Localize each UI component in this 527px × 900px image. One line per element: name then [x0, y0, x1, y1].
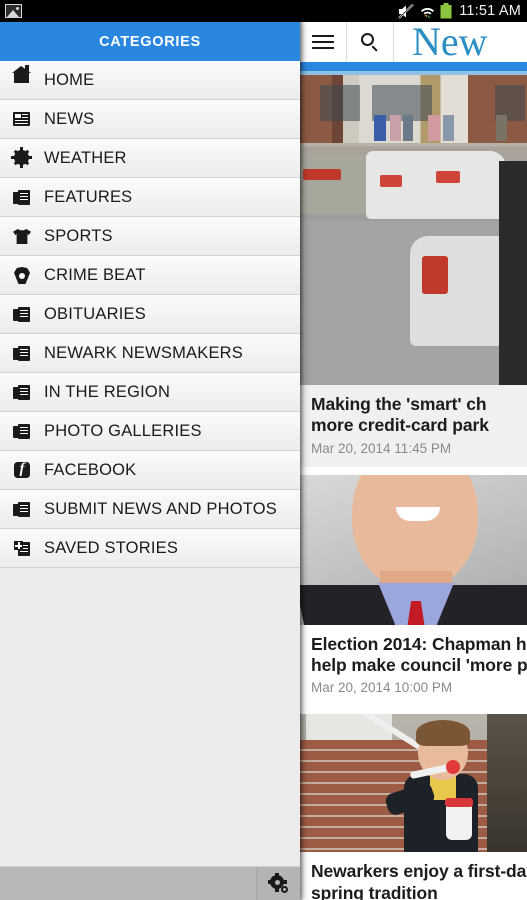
- child-eating-water-ice-photo: [300, 714, 527, 853]
- police-badge-icon: [11, 264, 33, 286]
- sidebar-item-features[interactable]: FEATURES: [0, 178, 300, 217]
- sidebar-item-label: FACEBOOK: [44, 460, 137, 479]
- card-separator: [300, 706, 527, 715]
- article-headline-line2: help make council 'more positi: [311, 655, 527, 676]
- drawer-header: CATEGORIES: [0, 22, 300, 61]
- sidebar-item-label: OBITUARIES: [44, 304, 146, 323]
- newspaper-icon: [11, 108, 33, 130]
- jersey-icon: [11, 225, 33, 247]
- article-text: Newarkers enjoy a first-day-of spring tr…: [300, 852, 527, 900]
- article-card[interactable]: Election 2014: Chapman hopes help make c…: [300, 474, 527, 707]
- wifi-icon: [421, 7, 435, 18]
- documents-icon: [11, 303, 33, 325]
- article-headline-line1: Newarkers enjoy a first-day-of: [311, 861, 527, 882]
- article-card[interactable]: Making the 'smart' ch more credit-card p…: [300, 71, 527, 467]
- article-timestamp: Mar 20, 2014 11:45 PM: [311, 440, 452, 456]
- article-headline-line1: Making the 'smart' ch: [311, 394, 487, 414]
- search-icon: [361, 33, 379, 52]
- save-document-icon: [11, 537, 33, 559]
- battery-icon: [440, 3, 452, 19]
- sidebar-item-label: PHOTO GALLERIES: [44, 421, 202, 440]
- settings-button[interactable]: [256, 866, 300, 900]
- sidebar-item-home[interactable]: HOME: [0, 61, 300, 100]
- documents-icon: [11, 420, 33, 442]
- sidebar-item-obituaries[interactable]: OBITUARIES: [0, 295, 300, 334]
- accent-band: [300, 62, 527, 71]
- brand-title: New: [412, 22, 488, 62]
- sidebar-item-label: CRIME BEAT: [44, 265, 146, 284]
- sidebar-item-photo-galleries[interactable]: PHOTO GALLERIES: [0, 412, 300, 451]
- sidebar-item-weather[interactable]: WEATHER: [0, 139, 300, 178]
- status-bar: 11:51 AM: [0, 0, 527, 22]
- documents-icon: [11, 381, 33, 403]
- sidebar-item-in-the-region[interactable]: IN THE REGION: [0, 373, 300, 412]
- status-bar-right: 11:51 AM: [398, 3, 527, 19]
- status-bar-clock: 11:51 AM: [459, 3, 521, 19]
- app-brand: New: [394, 22, 527, 62]
- drawer-title: CATEGORIES: [99, 33, 201, 50]
- sidebar-item-label: HOME: [44, 70, 95, 89]
- article-headline-line2: spring tradition: [311, 882, 438, 900]
- sidebar-item-news[interactable]: NEWS: [0, 100, 300, 139]
- sidebar-item-newark-newsmakers[interactable]: NEWARK NEWSMAKERS: [0, 334, 300, 373]
- drawer-empty-space: [0, 568, 300, 868]
- app-toolbar: New: [300, 22, 527, 62]
- article-timestamp: Mar 20, 2014 10:00 PM: [311, 680, 453, 696]
- sidebar-item-label: SAVED STORIES: [44, 538, 179, 557]
- documents-icon: [11, 342, 33, 364]
- sidebar-item-label: WEATHER: [44, 148, 127, 167]
- content-pane: New Making the 'smart' ch more credit-ca…: [300, 22, 527, 900]
- sidebar-item-crime-beat[interactable]: CRIME BEAT: [0, 256, 300, 295]
- sidebar-item-label: IN THE REGION: [44, 382, 171, 401]
- sidebar-item-label: NEWARK NEWSMAKERS: [44, 343, 243, 362]
- drawer-item-list: HOME NEWS WEATHER FEATURES SPORTS CRIME …: [0, 61, 300, 900]
- hamburger-menu-icon: [312, 31, 334, 52]
- facebook-icon: [11, 459, 33, 481]
- sidebar-item-submit-news-and-photos[interactable]: SUBMIT NEWS AND PHOTOS: [0, 490, 300, 529]
- menu-button[interactable]: [300, 22, 347, 62]
- documents-icon: [11, 186, 33, 208]
- sidebar-item-label: FEATURES: [44, 187, 133, 206]
- sun-icon: [11, 147, 33, 169]
- mute-icon: [398, 3, 414, 19]
- documents-icon: [11, 498, 33, 520]
- article-feed: Making the 'smart' ch more credit-card p…: [300, 71, 527, 900]
- search-button[interactable]: [347, 22, 394, 62]
- sidebar-item-label: SUBMIT NEWS AND PHOTOS: [44, 499, 277, 518]
- article-headline-line2: more credit-card park: [311, 415, 489, 436]
- gallery-icon: [5, 4, 22, 18]
- navigation-drawer: CATEGORIES HOME NEWS WEATHER FEATURES SP…: [0, 22, 300, 900]
- article-text: Making the 'smart' ch more credit-card p…: [300, 385, 527, 467]
- sidebar-item-sports[interactable]: SPORTS: [0, 217, 300, 256]
- house-icon: [11, 65, 33, 91]
- sidebar-item-saved-stories[interactable]: SAVED STORIES: [0, 529, 300, 568]
- article-headline-line1: Election 2014: Chapman hopes: [311, 633, 527, 654]
- man-portrait-photo: [300, 474, 527, 625]
- app-root: 11:51 AM New Making the 'smart' ch more …: [0, 0, 527, 900]
- sidebar-item-label: SPORTS: [44, 226, 113, 245]
- street-parked-cars-photo: [300, 71, 527, 385]
- status-bar-left: [0, 4, 22, 18]
- sidebar-item-facebook[interactable]: FACEBOOK: [0, 451, 300, 490]
- article-card[interactable]: Newarkers enjoy a first-day-of spring tr…: [300, 714, 527, 900]
- settings-gear-icon: [267, 872, 288, 893]
- sidebar-item-label: NEWS: [44, 109, 95, 128]
- bottom-bar: [0, 866, 300, 900]
- card-separator: [300, 466, 527, 475]
- article-text: Election 2014: Chapman hopes help make c…: [300, 624, 527, 707]
